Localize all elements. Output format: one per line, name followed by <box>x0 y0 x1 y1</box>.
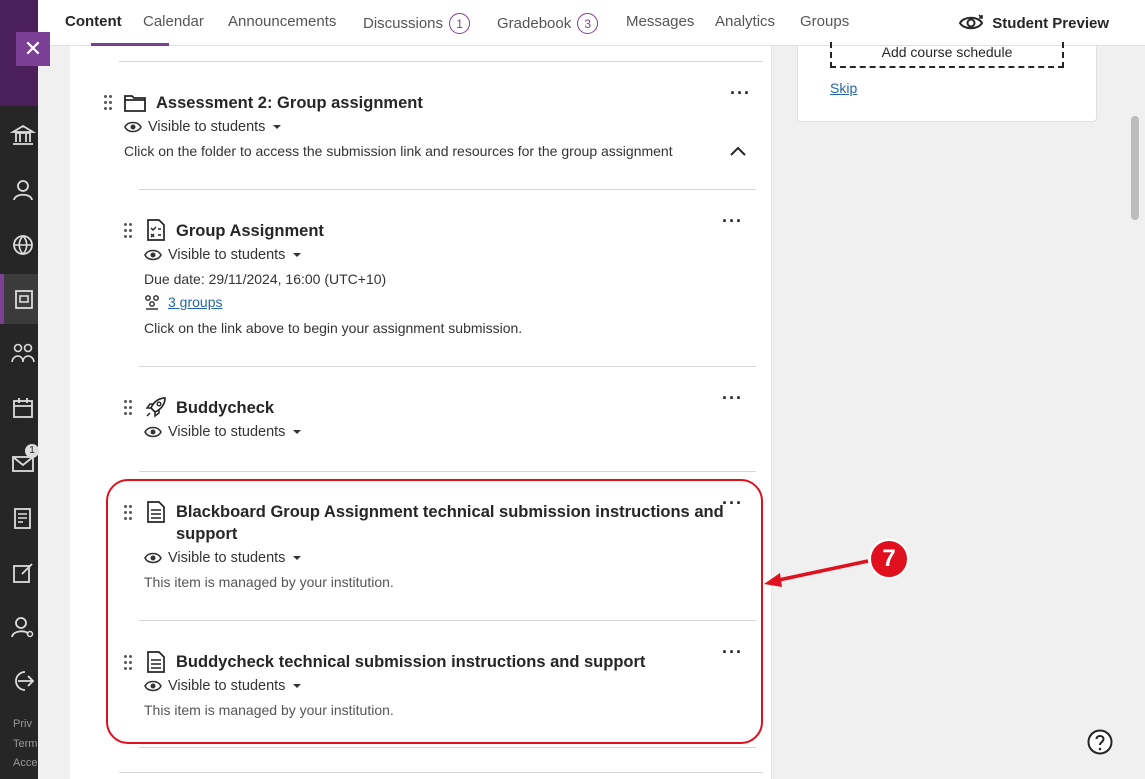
terms-link[interactable]: Term <box>13 738 37 750</box>
tab-content[interactable]: Content <box>65 13 122 30</box>
edit-icon[interactable] <box>10 560 38 588</box>
tab-label: Calendar <box>143 13 204 30</box>
globe-icon[interactable] <box>10 232 38 260</box>
tab-label: Content <box>65 13 122 30</box>
visibility-label: Visible to students <box>168 424 286 440</box>
tab-label: Analytics <box>715 13 776 30</box>
institution-icon[interactable] <box>9 122 38 150</box>
caret-down-icon <box>293 430 302 434</box>
eye-icon <box>124 121 142 133</box>
visibility-label: Visible to students <box>148 119 266 135</box>
divider <box>119 61 763 62</box>
sign-out-icon[interactable] <box>10 668 38 696</box>
more-options-button[interactable]: ··· <box>722 389 743 407</box>
tab-announcements[interactable]: Announcements <box>228 13 336 30</box>
tab-label: Messages <box>626 13 695 30</box>
tab-calendar[interactable]: Calendar <box>143 13 204 30</box>
divider <box>119 772 763 773</box>
close-icon: ✕ <box>23 36 43 61</box>
close-course-button[interactable]: ✕ <box>16 32 50 66</box>
drag-handle-icon[interactable] <box>124 223 134 239</box>
chevron-up-icon[interactable] <box>730 146 746 156</box>
group-assignment-title[interactable]: Group Assignment <box>176 220 324 242</box>
tab-messages[interactable]: Messages <box>626 13 694 30</box>
course-schedule-card: Add course schedule Skip <box>797 42 1097 122</box>
divider <box>139 366 756 367</box>
help-icon[interactable] <box>1086 728 1114 756</box>
folder-title[interactable]: Assessment 2: Group assignment <box>156 92 423 114</box>
tab-gradebook[interactable]: Gradebook 3 <box>497 13 599 34</box>
caret-down-icon <box>273 125 282 129</box>
more-options-button[interactable]: ··· <box>722 212 743 230</box>
student-preview-label: Student Preview <box>992 14 1109 32</box>
add-course-schedule-button[interactable]: Add course schedule <box>830 42 1064 68</box>
visibility-dropdown[interactable]: Visible to students <box>144 424 302 440</box>
folder-icon <box>124 95 146 112</box>
student-preview-icon <box>959 14 984 30</box>
tab-groups[interactable]: Groups <box>800 13 849 30</box>
tab-label: Announcements <box>228 13 337 30</box>
eye-icon <box>144 249 162 261</box>
assignment-description: Click on the link above to begin your as… <box>144 320 523 336</box>
divider <box>139 471 756 472</box>
annotation-number-badge: 7 <box>869 539 909 579</box>
course-navigation: Content Calendar Announcements Discussio… <box>38 0 1145 46</box>
visibility-dropdown[interactable]: Visible to students <box>144 247 302 263</box>
profile-icon[interactable] <box>10 177 38 205</box>
rocket-icon <box>145 397 166 418</box>
drag-handle-icon[interactable] <box>104 95 114 111</box>
folder-description: Click on the folder to access the submis… <box>124 143 673 159</box>
privacy-link[interactable]: Priv <box>13 718 32 730</box>
tab-label: Gradebook <box>497 15 572 32</box>
more-options-button[interactable]: ··· <box>730 84 751 102</box>
drag-handle-icon[interactable] <box>124 400 134 416</box>
organizations-icon[interactable] <box>10 340 38 368</box>
eye-icon <box>144 426 162 438</box>
messages-badge: 1 <box>25 444 39 458</box>
tab-label: Groups <box>800 13 850 30</box>
tab-analytics[interactable]: Analytics <box>715 13 775 30</box>
buddycheck-title[interactable]: Buddycheck <box>176 397 274 419</box>
divider <box>139 189 756 190</box>
skip-link[interactable]: Skip <box>830 80 857 96</box>
annotation-arrow-icon <box>764 559 869 587</box>
page-scrollbar[interactable] <box>1131 116 1139 220</box>
groups-link[interactable]: 3 groups <box>144 294 222 310</box>
visibility-label: Visible to students <box>168 247 286 263</box>
grades-icon[interactable] <box>10 505 38 533</box>
tab-discussions[interactable]: Discussions 1 <box>363 13 471 34</box>
annotation-highlight-box <box>106 479 763 744</box>
calendar-icon[interactable] <box>10 395 38 423</box>
assignment-icon <box>147 219 165 241</box>
student-preview-button[interactable]: Student Preview <box>958 13 1109 33</box>
discussions-count-badge: 1 <box>449 13 471 34</box>
user-settings-icon[interactable] <box>10 614 38 642</box>
accessibility-link[interactable]: Acce <box>13 757 37 769</box>
groups-link-label: 3 groups <box>168 294 223 310</box>
tab-label: Discussions <box>363 15 444 32</box>
divider <box>139 747 756 748</box>
left-navigation-rail: 1 Priv Term Acce <box>0 0 39 779</box>
courses-icon[interactable] <box>10 286 38 314</box>
visibility-dropdown[interactable]: Visible to students <box>124 119 282 135</box>
gradebook-count-badge: 3 <box>577 13 599 34</box>
groups-icon <box>145 295 159 310</box>
caret-down-icon <box>293 253 302 257</box>
due-date: Due date: 29/11/2024, 16:00 (UTC+10) <box>144 271 387 287</box>
